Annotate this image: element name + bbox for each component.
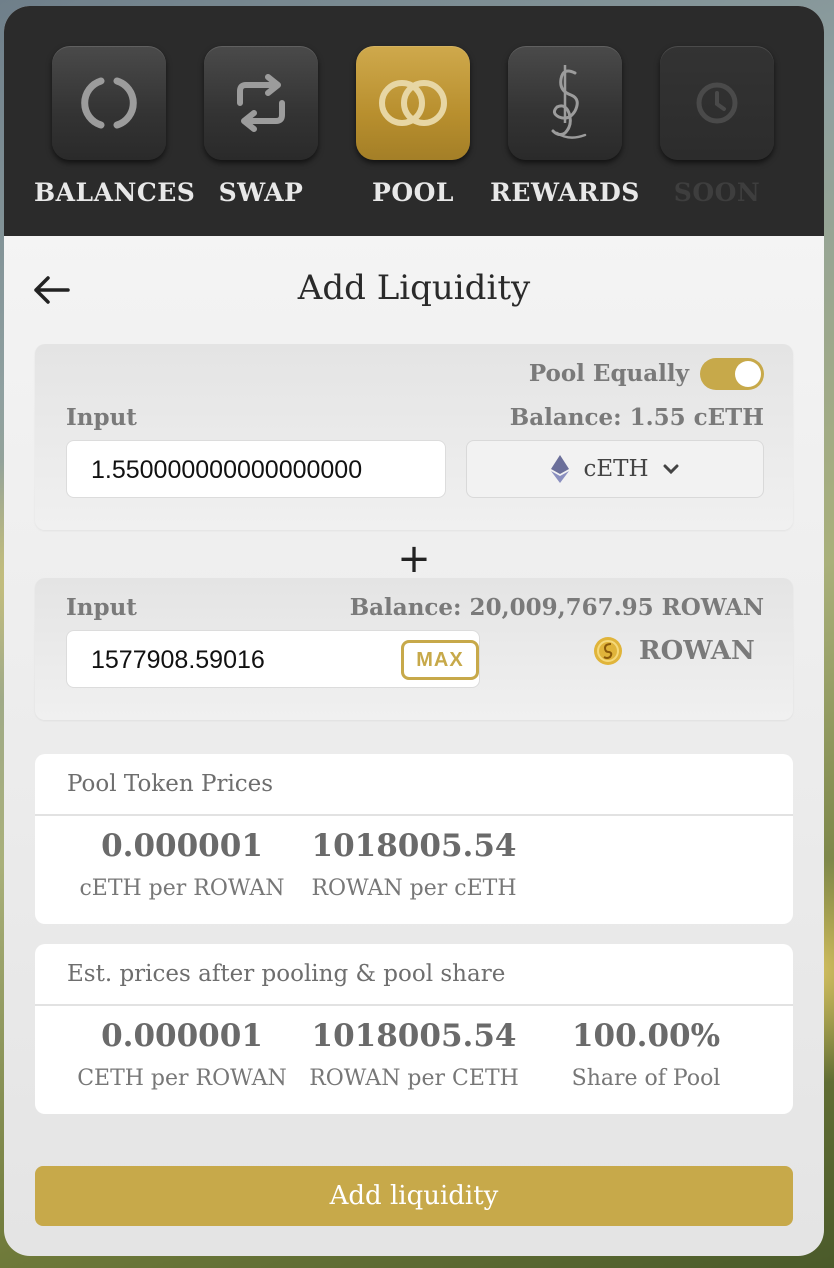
price-stat-2-value: 1018005.54 xyxy=(311,828,517,864)
est-stat-1-label: CETH per ROWAN xyxy=(77,1066,287,1091)
pool-token-prices-heading: Pool Token Prices xyxy=(35,754,793,816)
est-stat-3-value: 100.00% xyxy=(571,1018,721,1054)
max-button[interactable]: MAX xyxy=(401,640,479,680)
swap-arrows-icon xyxy=(237,74,285,132)
nav-label-swap[interactable]: SWAP xyxy=(186,178,336,207)
price-stat-1-label: cETH per ROWAN xyxy=(79,876,285,901)
first-input-label: Input xyxy=(66,404,137,431)
nav-tile-pool[interactable] xyxy=(356,46,470,160)
est-stat-3-label: Share of Pool xyxy=(571,1066,721,1091)
second-balance: Balance: 20,009,767.95 ROWAN xyxy=(349,594,764,621)
price-stat-1-value: 0.000001 xyxy=(101,828,263,864)
main-card: BALANCES SWAP POOL REWARDS SOON Add Liqu… xyxy=(4,6,824,1256)
nav-label-balances[interactable]: BALANCES xyxy=(34,178,195,207)
clock-icon xyxy=(696,82,738,124)
first-amount-input[interactable]: 1.550000000000000000 xyxy=(66,440,446,498)
est-stat-2: 1018005.54 ROWAN per CETH xyxy=(294,1018,534,1091)
pool-equally-toggle[interactable] xyxy=(700,358,764,390)
rowan-coin-icon xyxy=(594,637,622,665)
nav-tile-soon xyxy=(660,46,774,160)
nav-item-soon: SOON xyxy=(642,46,792,207)
nav-item-balances[interactable]: BALANCES xyxy=(34,46,195,207)
second-token-symbol: ROWAN xyxy=(639,636,755,666)
nav-label-soon: SOON xyxy=(673,178,761,207)
est-stat-3: 100.00% Share of Pool xyxy=(526,1018,766,1091)
pool-rings-icon xyxy=(379,80,447,126)
second-token-display: ROWAN xyxy=(593,636,755,666)
add-liquidity-button[interactable]: Add liquidity xyxy=(35,1166,793,1226)
est-stat-1-value: 0.000001 xyxy=(101,1018,263,1054)
second-input-label: Input xyxy=(66,594,137,621)
first-token-select[interactable]: cETH xyxy=(466,440,764,498)
page-header: Add Liquidity xyxy=(4,266,824,326)
balances-ring-icon xyxy=(81,77,137,129)
chevron-down-icon xyxy=(663,464,679,475)
nav-item-rewards[interactable]: REWARDS xyxy=(490,46,640,207)
est-stat-1: 0.000001 CETH per ROWAN xyxy=(62,1018,302,1091)
nav-label-rewards[interactable]: REWARDS xyxy=(490,178,640,207)
first-token-panel: Pool Equally Input Balance: 1.55 cETH 1.… xyxy=(35,344,793,530)
nav-tile-rewards[interactable] xyxy=(508,46,622,160)
plus-sign: + xyxy=(397,536,431,582)
nav-item-pool[interactable]: POOL xyxy=(338,46,488,207)
price-stat-1: 0.000001 cETH per ROWAN xyxy=(62,828,302,901)
est-prices-heading: Est. prices after pooling & pool share xyxy=(35,944,793,1006)
page-title: Add Liquidity xyxy=(297,268,531,308)
est-prices-card: Est. prices after pooling & pool share 0… xyxy=(35,944,793,1114)
est-stat-2-value: 1018005.54 xyxy=(311,1018,517,1054)
first-balance: Balance: 1.55 cETH xyxy=(509,404,764,431)
price-stat-2: 1018005.54 ROWAN per cETH xyxy=(294,828,534,901)
nav-tile-balances[interactable] xyxy=(52,46,166,160)
nav-item-swap[interactable]: SWAP xyxy=(186,46,336,207)
est-stat-2-label: ROWAN per CETH xyxy=(309,1066,519,1091)
ethereum-icon xyxy=(551,455,570,483)
nav-tile-swap[interactable] xyxy=(204,46,318,160)
rewards-script-icon xyxy=(551,65,587,139)
top-navigation: BALANCES SWAP POOL REWARDS SOON xyxy=(4,6,824,236)
nav-label-pool[interactable]: POOL xyxy=(338,178,488,207)
price-stat-2-label: ROWAN per cETH xyxy=(311,876,517,901)
pool-equally-label: Pool Equally xyxy=(528,360,689,387)
first-token-symbol: cETH xyxy=(583,456,649,482)
pool-token-prices-card: Pool Token Prices 0.000001 cETH per ROWA… xyxy=(35,754,793,924)
second-token-panel: Input Balance: 20,009,767.95 ROWAN 15779… xyxy=(35,578,793,720)
toggle-knob xyxy=(735,361,761,387)
